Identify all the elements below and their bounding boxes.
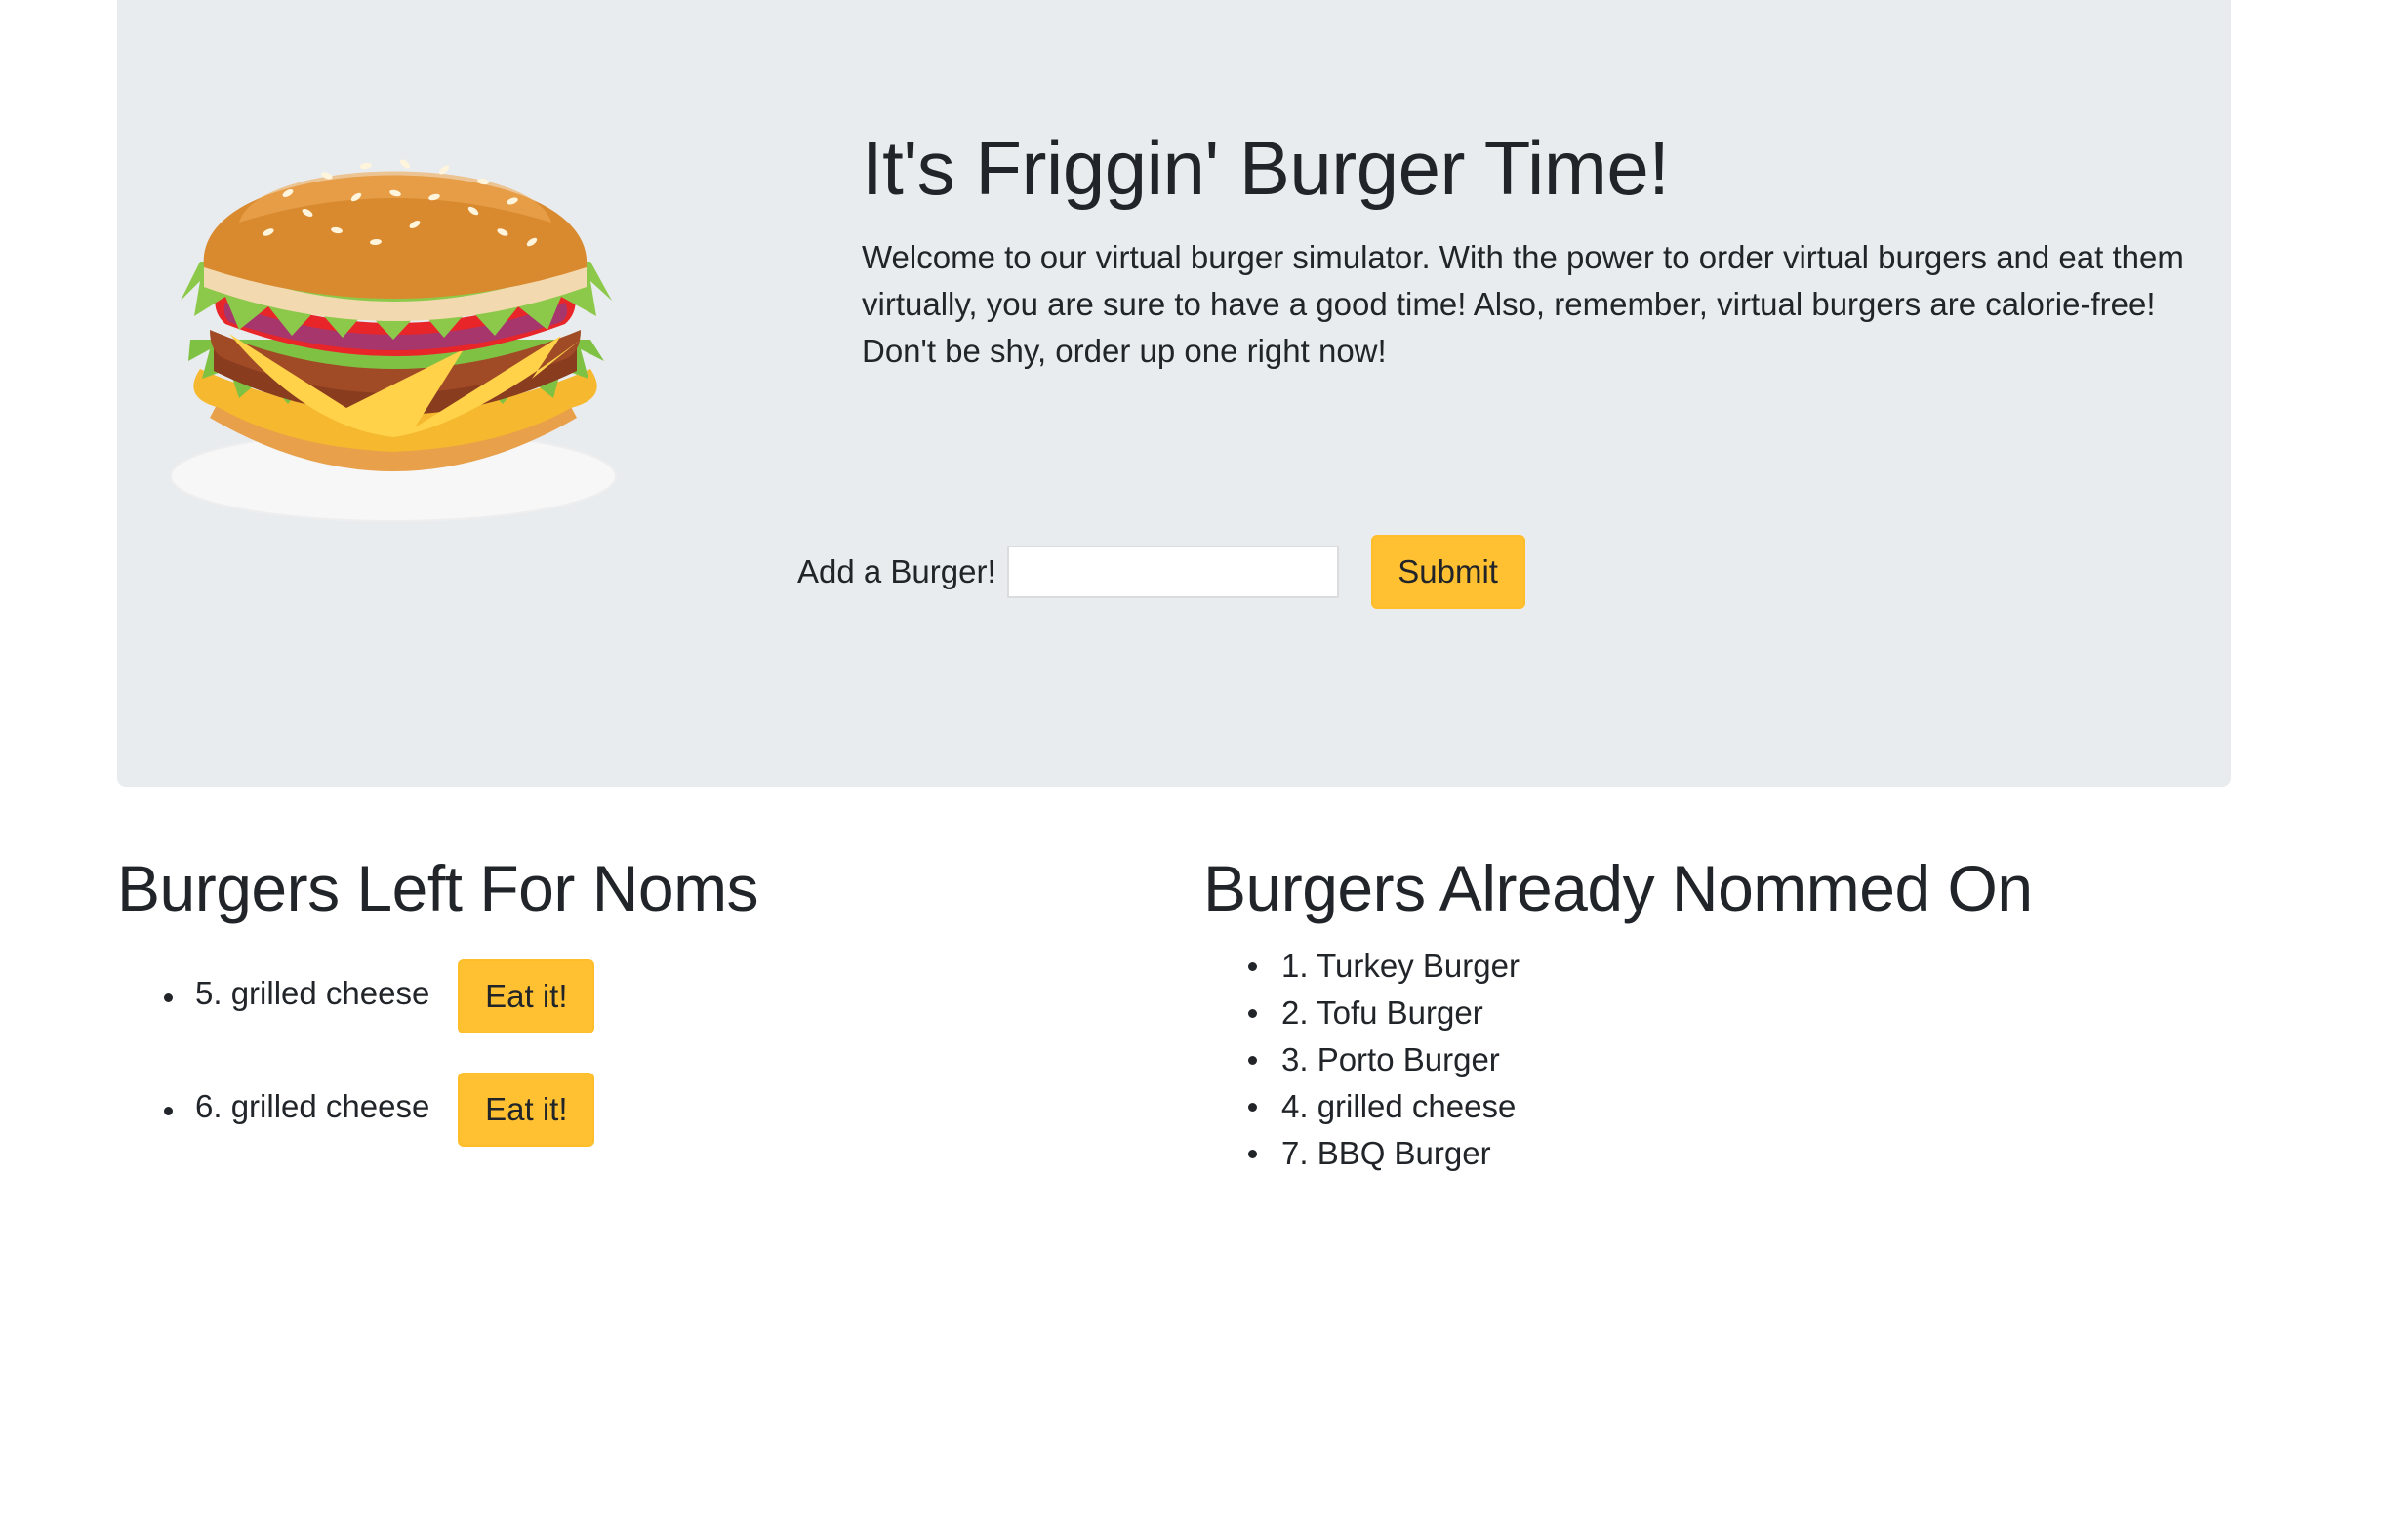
list-item: 6. grilled cheese Eat it!	[117, 1073, 898, 1147]
list-item: 3. Porto Burger	[1203, 1036, 1984, 1083]
list-item: 2. Tofu Burger	[1203, 990, 1984, 1036]
eat-button[interactable]: Eat it!	[458, 959, 595, 1033]
page-description: Welcome to our virtual burger simulator.…	[862, 239, 2184, 369]
uneaten-burgers-list: 5. grilled cheese Eat it! 6. grilled che…	[117, 959, 898, 1186]
add-burger-form: Add a Burger! Submit	[797, 535, 1525, 609]
burger-name: 6. grilled cheese	[195, 1088, 430, 1124]
burger-name-input[interactable]	[1006, 546, 1339, 598]
eaten-burgers-title: Burgers Already Nommed On	[1203, 852, 2033, 924]
list-item: 5. grilled cheese Eat it!	[117, 959, 898, 1033]
hero-banner: It's Friggin' Burger Time! Welcome to ou…	[117, 0, 2231, 787]
list-item: 1. Turkey Burger	[1203, 943, 1984, 990]
list-item: 4. grilled cheese	[1203, 1083, 1984, 1130]
uneaten-burgers-section: Burgers Left For Noms 5. grilled cheese …	[117, 849, 759, 1147]
add-burger-label: Add a Burger!	[797, 553, 996, 589]
burger-name: 5. grilled cheese	[195, 975, 430, 1011]
burger-image	[171, 159, 617, 522]
list-item: 7. BBQ Burger	[1203, 1130, 1984, 1177]
submit-button[interactable]: Submit	[1370, 535, 1525, 609]
page-title: It's Friggin' Burger Time!	[862, 125, 1670, 211]
eaten-burgers-section: Burgers Already Nommed On 1. Turkey Burg…	[1203, 849, 2033, 1171]
page-container: It's Friggin' Burger Time! Welcome to ou…	[117, 0, 2231, 1171]
eat-button[interactable]: Eat it!	[458, 1073, 595, 1147]
uneaten-burgers-title: Burgers Left For Noms	[117, 852, 759, 924]
eaten-burgers-list: 1. Turkey Burger 2. Tofu Burger 3. Porto…	[1203, 943, 1984, 1177]
